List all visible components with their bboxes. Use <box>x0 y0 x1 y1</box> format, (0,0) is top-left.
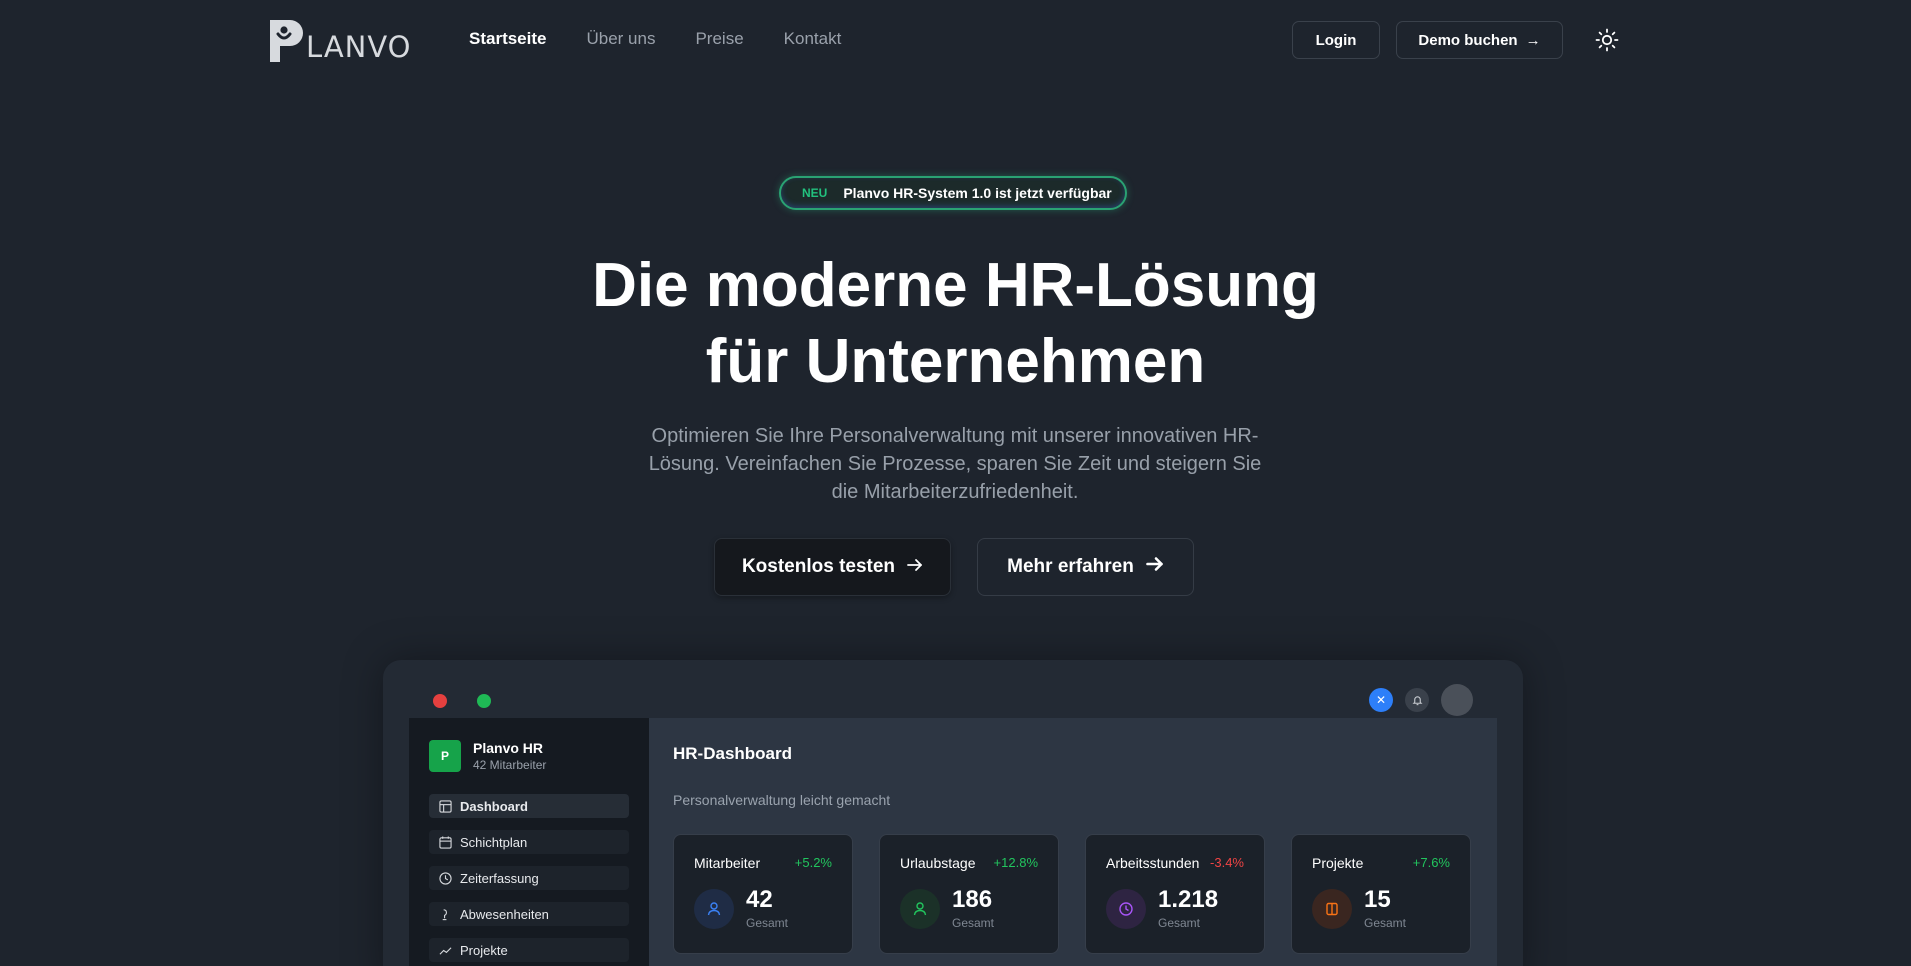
demo-button-label: Demo buchen <box>1418 31 1518 49</box>
arrow-right-bold-icon <box>1146 556 1164 578</box>
stat-change: +5.2% <box>794 855 832 870</box>
sun-icon <box>1595 28 1619 52</box>
preview-sidebar: P Planvo HR 42 Mitarbeiter Dashboard Sch… <box>409 718 649 966</box>
clock-icon <box>439 871 452 885</box>
arrow-right-icon: → <box>1525 31 1541 49</box>
stat-value: 186 <box>952 886 993 913</box>
sidebar-item-label: Zeiterfassung <box>460 870 539 886</box>
theme-toggle-button[interactable] <box>1593 26 1621 54</box>
stat-label: Mitarbeiter <box>694 855 761 871</box>
stat-card-urlaubstage[interactable]: Urlaubstage +12.8% 186 Gesamt <box>879 834 1059 954</box>
main-nav: Startseite Über uns Preise Kontakt <box>469 29 841 49</box>
stat-card-arbeitsstunden[interactable]: Arbeitsstunden -3.4% 1.218 Gesamt <box>1085 834 1265 954</box>
nav-link-ueber-uns[interactable]: Über uns <box>586 29 655 49</box>
stats-row: Mitarbeiter +5.2% 42 Gesamt Urlaubstage <box>673 834 1473 954</box>
absence-icon <box>442 908 447 920</box>
window-maximize-dot <box>477 694 491 708</box>
stat-unit: Gesamt <box>952 916 995 930</box>
org-header: P Planvo HR 42 Mitarbeiter <box>429 740 629 772</box>
dashboard-subtitle: Personalverwaltung leicht gemacht <box>673 792 891 808</box>
sidebar-item-schichtplan[interactable]: Schichtplan <box>429 830 629 854</box>
try-free-label: Kostenlos testen <box>741 556 896 577</box>
demo-button[interactable]: Demo buchen → <box>1396 21 1563 59</box>
dashboard-icon <box>439 799 452 813</box>
logo-mark-icon <box>270 20 304 62</box>
org-logo: P <box>429 740 461 772</box>
stat-card-projekte[interactable]: Projekte +7.6% 15 Gesamt <box>1291 834 1471 954</box>
learn-more-label: Mehr erfahren <box>1007 556 1134 577</box>
cta-row: Kostenlos testen Mehr erfahren <box>714 538 1194 596</box>
nav-link-kontakt[interactable]: Kontakt <box>784 29 842 49</box>
login-button[interactable]: Login <box>1292 21 1380 59</box>
stat-value: 42 <box>746 886 773 913</box>
folder-icon <box>1312 888 1352 929</box>
sidebar-item-label: Projekte <box>460 942 508 958</box>
close-icon[interactable]: ✕ <box>1369 688 1393 712</box>
preview-main: HR-Dashboard Personalverwaltung leicht g… <box>649 718 1497 966</box>
stat-change: -3.4% <box>1210 855 1244 870</box>
stat-change: +12.8% <box>993 855 1038 870</box>
dashboard-title: HR-Dashboard <box>673 744 793 763</box>
try-free-button[interactable]: Kostenlos testen <box>714 538 951 596</box>
hero-subtitle: Optimieren Sie Ihre Personalverwaltung m… <box>648 425 1262 503</box>
calendar-icon <box>439 835 452 849</box>
window-bar: ✕ <box>409 684 1497 718</box>
nav-link-preise[interactable]: Preise <box>695 29 743 49</box>
hero-title: Die moderne HR-Lösung für Unternehmen <box>0 248 1911 400</box>
stat-unit: Gesamt <box>1158 916 1201 930</box>
sidebar-item-dashboard[interactable]: Dashboard <box>429 794 629 818</box>
bell-icon[interactable] <box>1405 688 1429 712</box>
stat-label: Projekte <box>1312 855 1364 871</box>
nav-actions: Login Demo buchen → <box>1292 21 1621 59</box>
badge-new-label: NEU <box>802 186 828 200</box>
stat-unit: Gesamt <box>746 916 789 930</box>
stat-value: 15 <box>1364 886 1391 913</box>
sidebar-item-abwesenheiten[interactable]: Abwesenheiten <box>429 902 629 926</box>
hero-title-line1: Die moderne HR-Lösung <box>592 251 1319 320</box>
sidebar-item-label: Abwesenheiten <box>460 906 549 922</box>
learn-more-button[interactable]: Mehr erfahren <box>977 538 1194 596</box>
nav-link-startseite[interactable]: Startseite <box>469 29 546 49</box>
avatar[interactable] <box>1441 684 1473 716</box>
stat-card-mitarbeiter[interactable]: Mitarbeiter +5.2% 42 Gesamt <box>673 834 853 954</box>
window-close-dot <box>433 694 447 708</box>
chart-icon <box>439 946 452 955</box>
announcement-badge[interactable]: NEU Planvo HR-System 1.0 ist jetzt verfü… <box>779 176 1127 210</box>
stat-label: Arbeitsstunden <box>1106 855 1200 871</box>
sidebar-item-zeiterfassung[interactable]: Zeiterfassung <box>429 866 629 890</box>
logo-text: LANVO <box>306 30 412 64</box>
planvo-logo[interactable]: LANVO <box>270 20 412 62</box>
stat-value: 1.218 <box>1158 886 1219 913</box>
app-preview: P Planvo HR 42 Mitarbeiter Dashboard Sch… <box>409 718 1497 966</box>
org-name: Planvo HR <box>473 740 544 756</box>
stat-change: +7.6% <box>1412 855 1450 870</box>
user-icon <box>694 888 734 929</box>
clock-icon <box>1106 888 1146 929</box>
stat-unit: Gesamt <box>1364 916 1407 930</box>
sidebar-item-label: Dashboard <box>460 798 528 814</box>
arrow-right-icon <box>907 556 923 578</box>
sidebar-item-projekte[interactable]: Projekte <box>429 938 629 962</box>
sidebar-item-label: Schichtplan <box>460 834 528 850</box>
hero-title-line2: für Unternehmen <box>705 327 1206 396</box>
badge-text: Planvo HR-System 1.0 ist jetzt verfügbar <box>843 185 1112 201</box>
top-nav: LANVO Startseite Über uns Preise Kontakt… <box>0 0 1911 80</box>
stat-label: Urlaubstage <box>900 855 976 871</box>
user-check-icon <box>900 888 940 929</box>
org-employee-count: 42 Mitarbeiter <box>473 758 547 772</box>
